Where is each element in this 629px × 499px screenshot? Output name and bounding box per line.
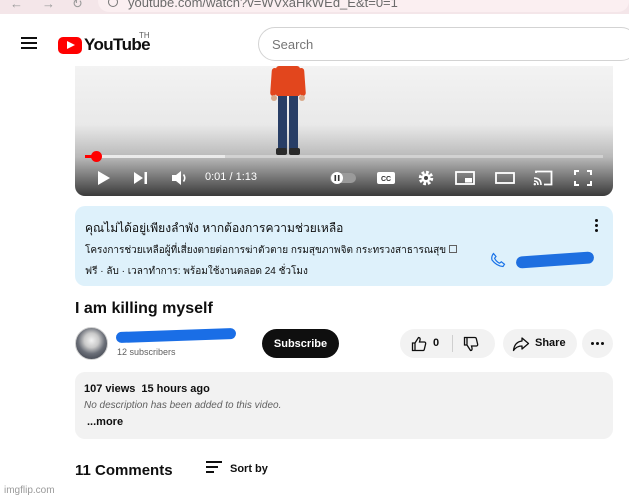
- video-frame-person: [270, 66, 306, 158]
- back-arrow-icon[interactable]: ←: [10, 0, 23, 11]
- like-dislike-group: 0: [400, 329, 495, 358]
- subscriber-count: 12 subscribers: [117, 347, 176, 357]
- external-link-icon: [449, 245, 458, 253]
- subscribe-button[interactable]: Subscribe: [262, 329, 339, 358]
- comments-count: 11 Comments: [75, 462, 173, 479]
- autoplay-pause-icon: [330, 172, 356, 184]
- reload-icon[interactable]: ↻: [72, 0, 83, 12]
- share-button[interactable]: Share: [503, 329, 577, 358]
- miniplayer-icon: [455, 171, 475, 185]
- subtitles-button[interactable]: CC: [374, 167, 398, 189]
- youtube-logo[interactable]: YouTube: [58, 35, 151, 55]
- play-icon: [98, 171, 110, 185]
- country-code: TH: [139, 31, 150, 40]
- closed-captions-icon: CC: [377, 172, 395, 184]
- video-player[interactable]: 0:01 / 1:13 CC: [75, 66, 613, 196]
- phone-icon[interactable]: [490, 252, 506, 268]
- view-info: 107 views 15 hours ago: [84, 383, 210, 395]
- menu-icon[interactable]: [21, 37, 37, 49]
- video-title: I am killing myself: [75, 300, 213, 317]
- progress-bar[interactable]: [85, 155, 603, 158]
- show-more-link[interactable]: ...more: [87, 416, 123, 428]
- description-box[interactable]: 107 views 15 hours ago No description has…: [75, 372, 613, 439]
- cast-icon: [533, 170, 553, 186]
- volume-button[interactable]: [169, 167, 191, 189]
- crisis-more-options-icon[interactable]: [592, 219, 600, 235]
- sort-by-button[interactable]: Sort by: [230, 463, 268, 475]
- browser-toolbar: ← → ↻ youtube.com/watch?v=WVxaHkWEd_E&t=…: [0, 0, 629, 14]
- like-icon[interactable]: [411, 336, 427, 352]
- settings-button[interactable]: [414, 167, 438, 189]
- time-display: 0:01 / 1:13: [205, 171, 258, 183]
- scrubber-handle[interactable]: [90, 151, 102, 162]
- gear-icon: [418, 170, 434, 186]
- like-count: 0: [433, 337, 440, 349]
- next-icon: [134, 172, 147, 184]
- crisis-resource-panel: คุณไม่ได้อยู่เพียงลำพัง หากต้องการความช่…: [75, 206, 613, 286]
- like-divider: [452, 335, 453, 352]
- masthead: YouTube TH Search: [0, 14, 629, 66]
- autoplay-toggle[interactable]: [328, 167, 358, 189]
- miniplayer-button[interactable]: [453, 167, 477, 189]
- theater-mode-button[interactable]: [493, 167, 517, 189]
- upload-age: 15 hours ago: [141, 383, 210, 395]
- next-button[interactable]: [130, 167, 152, 189]
- crisis-organization-link[interactable]: โครงการช่วยเหลือผู้ที่เสี่ยงตายต่อการฆ่า…: [85, 243, 458, 258]
- cast-button[interactable]: [531, 167, 555, 189]
- search-input[interactable]: Search: [258, 27, 629, 61]
- description-text: No description has been added to this vi…: [84, 400, 282, 411]
- forward-arrow-icon[interactable]: →: [42, 0, 55, 11]
- youtube-play-icon: [58, 36, 82, 54]
- crisis-hours: ฟรี · ลับ · เวลาทำการ: พร้อมใช้งานตลอด 2…: [85, 266, 308, 277]
- dislike-icon[interactable]: [463, 336, 479, 352]
- search-placeholder: Search: [272, 37, 314, 52]
- share-label: Share: [535, 337, 566, 349]
- redacted-channel-name[interactable]: [115, 327, 237, 344]
- more-actions-button[interactable]: [582, 329, 613, 358]
- sort-icon[interactable]: [206, 461, 222, 473]
- crisis-title: คุณไม่ได้อยู่เพียงลำพัง หากต้องการความช่…: [85, 221, 344, 235]
- play-button[interactable]: [93, 167, 115, 189]
- imgflip-watermark: imgflip.com: [4, 485, 55, 496]
- progress-buffered: [85, 155, 225, 158]
- view-count: 107 views: [84, 383, 136, 395]
- volume-icon: [172, 171, 186, 185]
- fullscreen-icon: [574, 170, 592, 186]
- channel-avatar[interactable]: [75, 327, 108, 360]
- theater-mode-icon: [495, 172, 515, 184]
- fullscreen-button[interactable]: [571, 167, 595, 189]
- address-url[interactable]: youtube.com/watch?v=WVxaHkWEd_E&t=0=1: [128, 0, 398, 10]
- redacted-phone-number: [515, 251, 595, 269]
- svg-text:CC: CC: [381, 176, 391, 183]
- share-icon: [512, 337, 530, 352]
